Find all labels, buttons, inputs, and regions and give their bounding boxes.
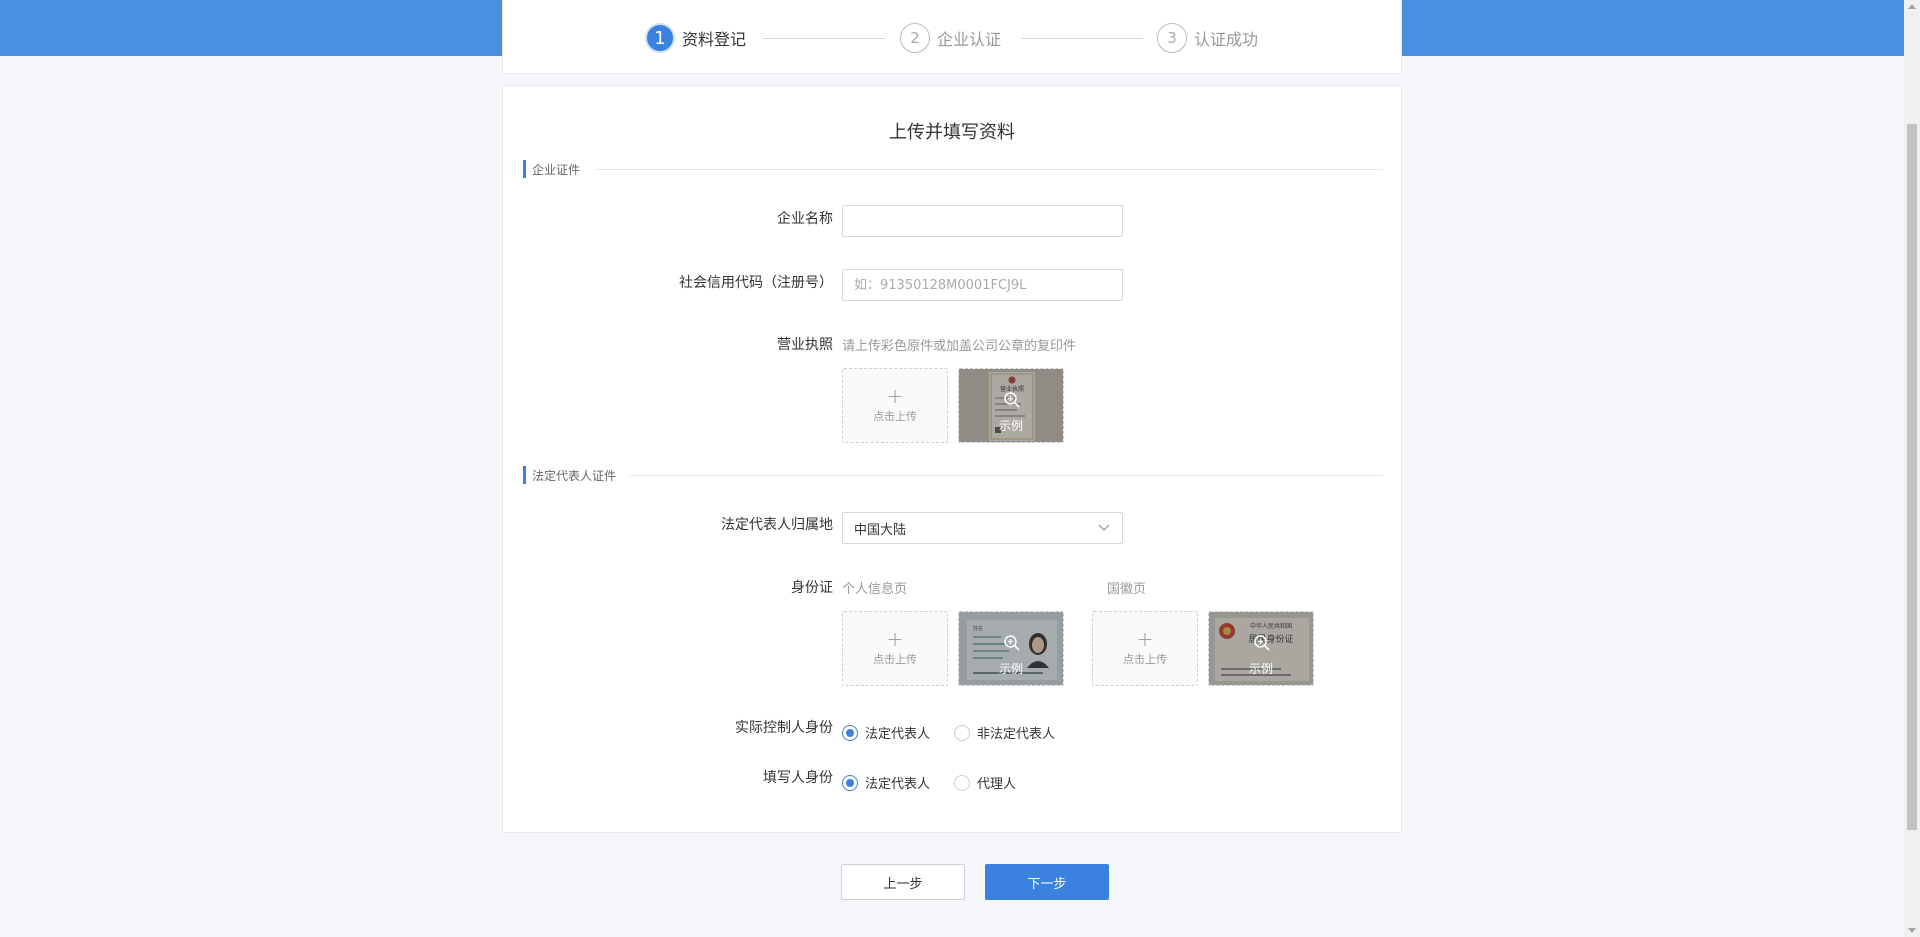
radio-unchecked-icon — [954, 724, 971, 741]
business-license-upload[interactable]: + 点击上传 — [842, 368, 948, 443]
id-back-upload[interactable]: + 点击上传 — [1092, 611, 1198, 686]
upload-text: 点击上传 — [873, 653, 917, 666]
section-legal-rep-certs: 法定代表人证件 — [523, 466, 1383, 484]
scrollbar-thumb[interactable] — [1907, 124, 1917, 830]
filler-radio-group: 法定代表人 代理人 — [842, 773, 1040, 792]
plus-icon: + — [1136, 627, 1154, 651]
section-marker — [523, 466, 526, 484]
business-license-sample[interactable]: 营业执照 示例 — [958, 368, 1064, 443]
step-3: 3 认证成功 — [1157, 23, 1258, 53]
section-title: 企业证件 — [532, 162, 581, 177]
section-company-certs: 企业证件 — [523, 160, 1383, 178]
page-scrollbar[interactable] — [1904, 0, 1920, 937]
controller-option-non-legal-rep[interactable]: 非法定代表人 — [954, 723, 1055, 742]
step-1-number: 1 — [645, 23, 675, 53]
section-divider — [630, 474, 1383, 476]
section-marker — [523, 160, 526, 178]
sample-label: 示例 — [998, 662, 1023, 676]
plus-icon: + — [886, 627, 904, 651]
id-front-upload[interactable]: + 点击上传 — [842, 611, 948, 686]
section-divider — [594, 168, 1383, 170]
filler-option-legal-rep[interactable]: 法定代表人 — [842, 773, 930, 792]
id-back-sample[interactable]: 中华人民共和国 居民身份证 示例 — [1208, 611, 1314, 686]
controller-label: 实际控制人身份 — [735, 720, 833, 736]
legal-region-select[interactable]: 中国大陆 — [842, 512, 1123, 544]
radio-label: 非法定代表人 — [977, 727, 1056, 742]
step-3-label: 认证成功 — [1194, 30, 1259, 49]
business-license-hint: 请上传彩色原件或加盖公司公章的复印件 — [842, 339, 1077, 354]
step-1-label: 资料登记 — [682, 30, 747, 49]
step-connector-1 — [763, 38, 885, 39]
form-title: 上传并填写资料 — [889, 122, 1015, 143]
zoom-icon — [1004, 392, 1020, 408]
id-front-hint: 个人信息页 — [842, 582, 908, 597]
sample-label: 示例 — [1248, 662, 1273, 676]
credit-code-input[interactable] — [842, 269, 1123, 301]
scroll-up-icon[interactable] — [1908, 4, 1916, 9]
company-name-label: 企业名称 — [777, 211, 833, 227]
controller-option-legal-rep[interactable]: 法定代表人 — [842, 723, 930, 742]
credit-code-label: 社会信用代码（注册号） — [679, 275, 833, 291]
filler-label: 填写人身份 — [763, 770, 833, 786]
id-front-sample[interactable]: 姓名 示例 — [958, 611, 1064, 686]
chevron-down-icon — [1097, 521, 1111, 535]
zoom-icon — [1254, 635, 1270, 651]
upload-text: 点击上传 — [873, 410, 917, 423]
radio-unchecked-icon — [954, 774, 971, 791]
step-2-label: 企业认证 — [937, 30, 1002, 49]
scroll-down-icon[interactable] — [1908, 928, 1916, 933]
next-step-button[interactable]: 下一步 — [985, 864, 1109, 900]
step-2: 2 企业认证 — [900, 23, 1001, 53]
company-name-input[interactable] — [842, 205, 1123, 237]
legal-region-label: 法定代表人归属地 — [721, 517, 833, 533]
prev-step-button[interactable]: 上一步 — [841, 864, 965, 900]
step-3-number: 3 — [1157, 23, 1187, 53]
sample-label: 示例 — [998, 419, 1023, 433]
step-1: 1 资料登记 — [645, 23, 746, 53]
radio-checked-icon — [842, 724, 858, 741]
filler-option-agent[interactable]: 代理人 — [954, 773, 1016, 792]
step-connector-2 — [1021, 38, 1143, 39]
radio-checked-icon — [842, 774, 858, 791]
business-license-label: 营业执照 — [777, 337, 833, 353]
step-2-number: 2 — [900, 23, 930, 53]
section-title: 法定代表人证件 — [532, 468, 617, 483]
radio-label: 代理人 — [977, 777, 1017, 792]
upload-text: 点击上传 — [1123, 653, 1167, 666]
steps-card: 1 资料登记 2 企业认证 3 认证成功 — [502, 0, 1402, 74]
id-back-hint: 国徽页 — [1107, 582, 1147, 597]
radio-label: 法定代表人 — [865, 727, 931, 742]
legal-region-value: 中国大陆 — [854, 522, 907, 538]
controller-radio-group: 法定代表人 非法定代表人 — [842, 723, 1079, 742]
id-card-label: 身份证 — [791, 580, 833, 596]
radio-label: 法定代表人 — [865, 777, 931, 792]
zoom-icon — [1004, 635, 1020, 651]
form-card: 上传并填写资料 企业证件 企业名称 社会信用代码（注册号） 营业执照 请上传彩色… — [502, 85, 1402, 833]
plus-icon: + — [886, 384, 904, 408]
